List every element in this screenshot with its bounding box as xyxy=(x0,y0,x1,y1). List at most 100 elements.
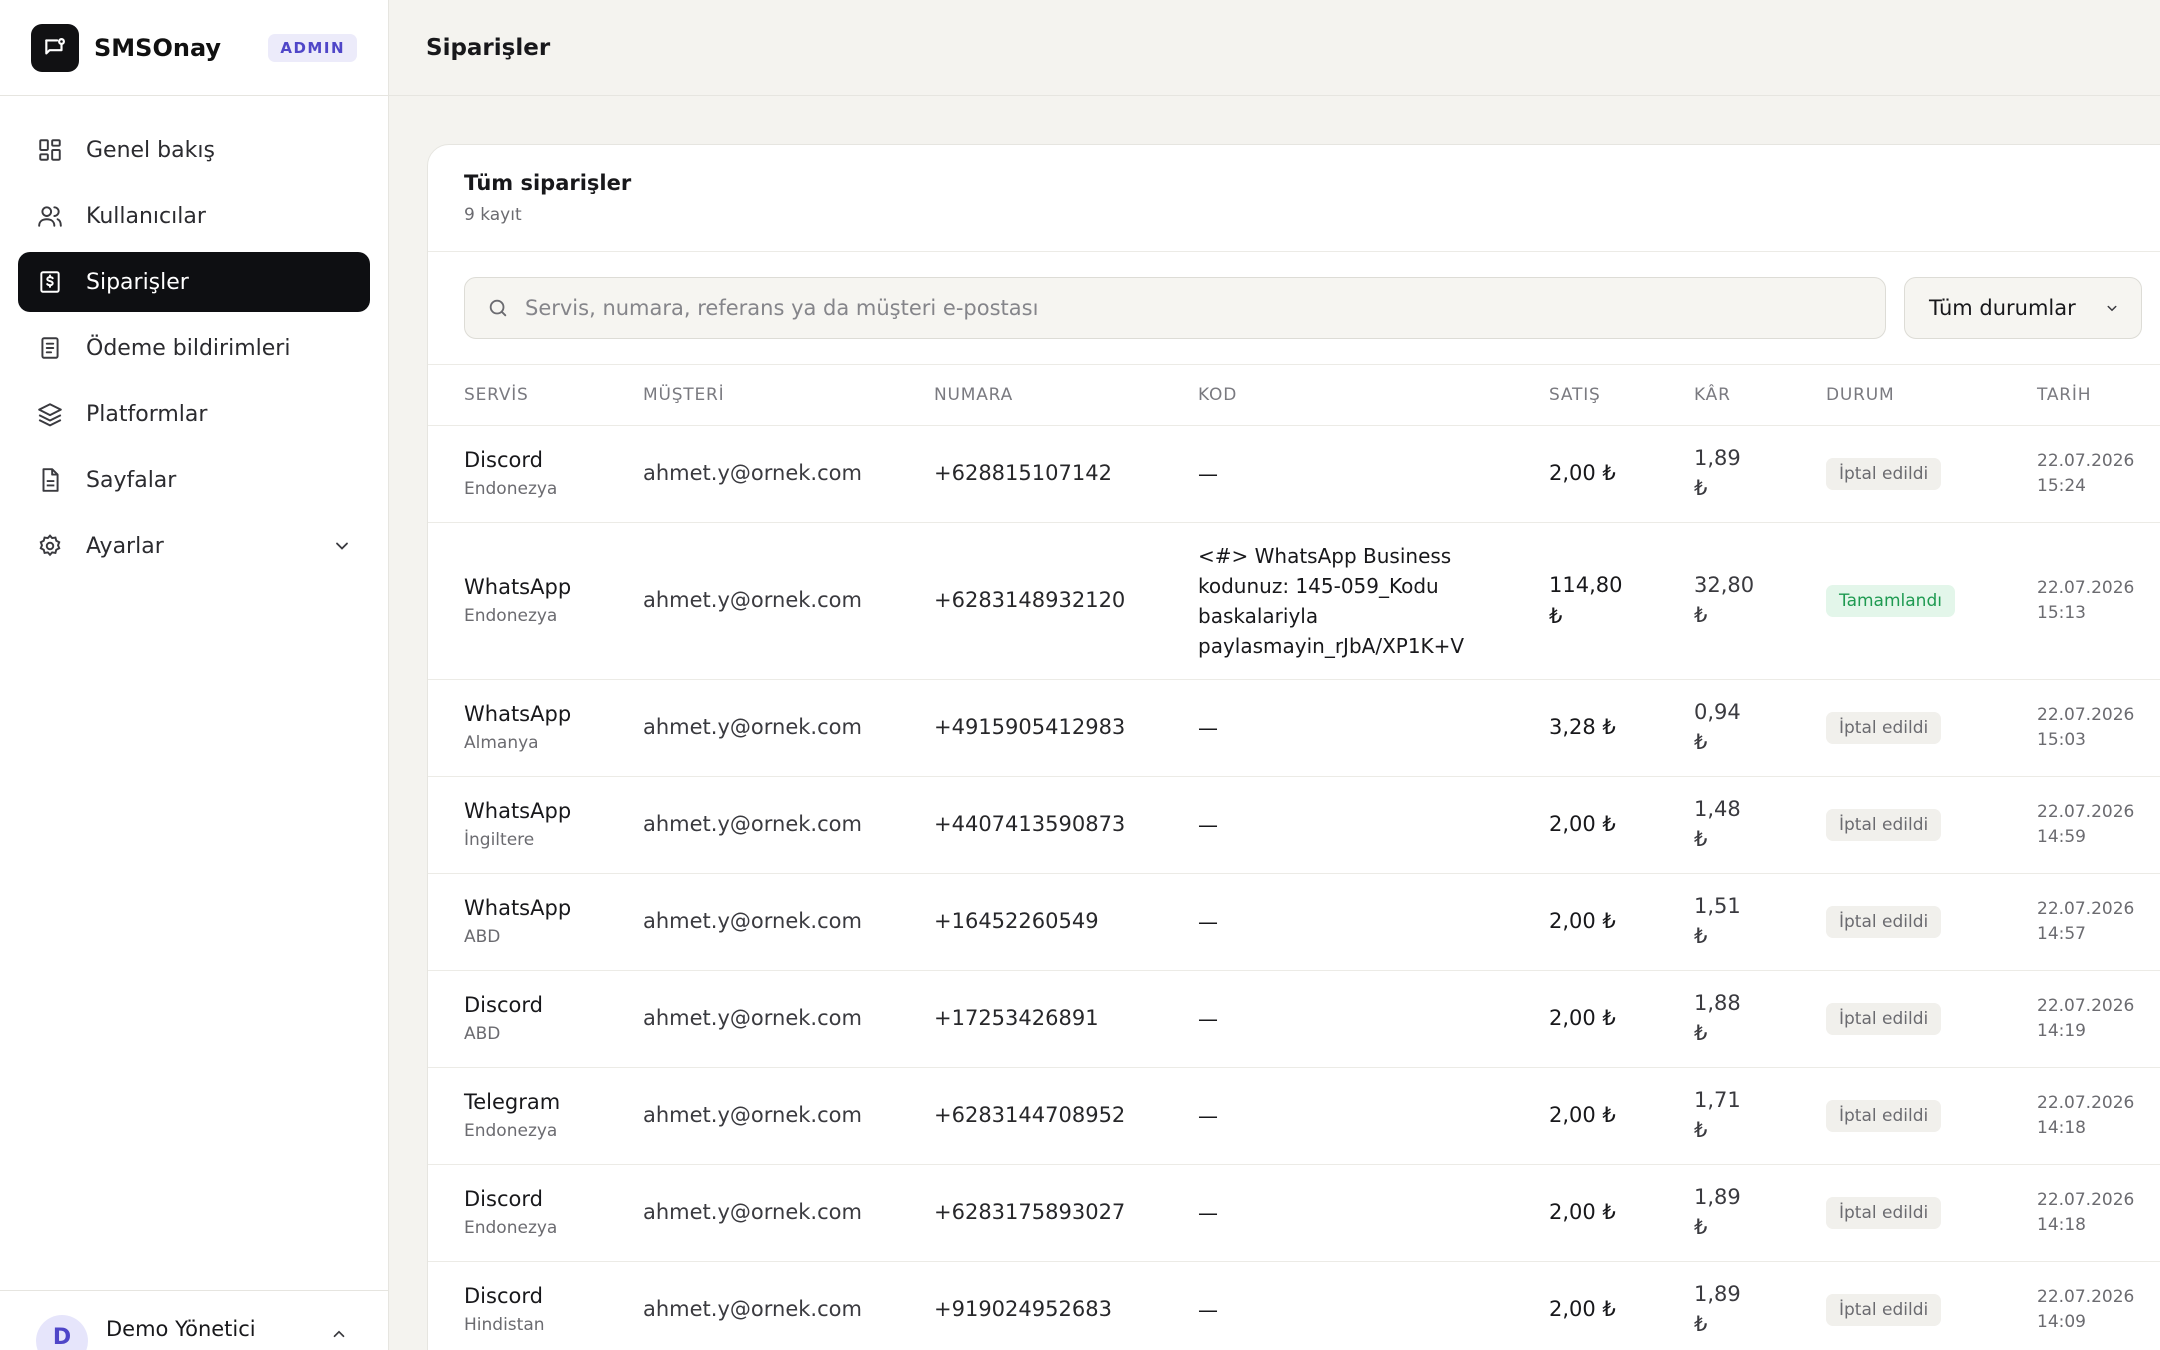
sidebar-item-label: Genel bakış xyxy=(86,137,215,163)
sidebar-item-label: Platformlar xyxy=(86,401,208,427)
table-row[interactable]: Discord Hindistan ahmet.y@ornek.com +9190… xyxy=(428,1261,2160,1350)
user-name: Demo Yönetici xyxy=(106,1317,256,1341)
customer-email: ahmet.y@ornek.com xyxy=(607,970,898,1068)
customer-email: ahmet.y@ornek.com xyxy=(607,522,898,680)
chevron-down-icon xyxy=(2103,299,2121,317)
table-row[interactable]: Discord ABD ahmet.y@ornek.com +1725342689… xyxy=(428,970,2160,1068)
chevron-up-icon[interactable] xyxy=(330,1325,348,1347)
column-header-code[interactable]: KOD xyxy=(1162,365,1513,426)
customer-email: ahmet.y@ornek.com xyxy=(607,1261,898,1350)
column-header-number[interactable]: NUMARA xyxy=(898,365,1162,426)
service-name: WhatsApp xyxy=(464,798,572,823)
phone-number: +4407413590873 xyxy=(898,776,1162,874)
sale-amount: 2,00 ₺ xyxy=(1513,1261,1658,1350)
status-cell: İptal edildi xyxy=(1790,1164,2001,1262)
sms-code: — xyxy=(1162,1067,1513,1165)
service-name: WhatsApp xyxy=(464,701,572,726)
status-cell: Tamamlandı xyxy=(1790,522,2001,680)
sidebar-item-orders[interactable]: Siparişler xyxy=(18,252,370,312)
brand: SMSOnay ADMIN xyxy=(0,0,388,96)
sms-code: — xyxy=(1162,970,1513,1068)
phone-number: +628815107142 xyxy=(898,425,1162,523)
chevron-down-icon[interactable] xyxy=(332,536,352,556)
service-country: Hindistan xyxy=(464,1315,545,1336)
status-badge: İptal edildi xyxy=(1826,808,1942,842)
sale-amount: 2,00 ₺ xyxy=(1513,873,1658,971)
table-row[interactable]: WhatsApp Endonezya ahmet.y@ornek.com +628… xyxy=(428,522,2160,680)
sidebar-item-label: Sayfalar xyxy=(86,467,177,493)
column-header-sale[interactable]: SATIŞ xyxy=(1513,365,1658,426)
page-title: Siparişler xyxy=(426,34,551,61)
profit-amount: 1,89 ₺ xyxy=(1658,1261,1790,1350)
column-header-status[interactable]: DURUM xyxy=(1790,365,2001,426)
table-row[interactable]: WhatsApp Almanya ahmet.y@ornek.com +49159… xyxy=(428,679,2160,777)
service-name: Discord xyxy=(464,992,543,1017)
admin-badge: ADMIN xyxy=(268,33,357,62)
phone-number: +16452260549 xyxy=(898,873,1162,971)
status-badge: İptal edildi xyxy=(1826,1002,1942,1036)
orders-table: SERVİS MÜŞTERİ NUMARA KOD SATIŞ KÂR DURU… xyxy=(428,365,2160,1350)
service-cell: Discord ABD xyxy=(428,970,607,1068)
profit-amount: 0,94 ₺ xyxy=(1658,679,1790,777)
order-date: 22.07.2026 xyxy=(2037,995,2135,1016)
table-row[interactable]: WhatsApp İngiltere ahmet.y@ornek.com +440… xyxy=(428,776,2160,874)
status-filter-select[interactable]: Tüm durumlar xyxy=(1904,277,2142,339)
status-cell: İptal edildi xyxy=(1790,970,2001,1068)
date-cell: 22.07.2026 14:18 xyxy=(2001,1164,2160,1262)
service-country: Endonezya xyxy=(464,606,558,627)
customer-email: ahmet.y@ornek.com xyxy=(607,679,898,777)
profit-amount: 1,88 ₺ xyxy=(1658,970,1790,1068)
sidebar-item-overview[interactable]: Genel bakış xyxy=(18,120,370,180)
order-time: 15:03 xyxy=(2037,729,2086,750)
avatar: D xyxy=(36,1315,88,1350)
sidebar-item-pages[interactable]: Sayfalar xyxy=(18,450,370,510)
order-time: 14:09 xyxy=(2037,1311,2086,1332)
column-header-customer[interactable]: MÜŞTERİ xyxy=(607,365,898,426)
table-row[interactable]: Telegram Endonezya ahmet.y@ornek.com +628… xyxy=(428,1067,2160,1165)
dashboard-icon xyxy=(36,136,64,164)
profit-amount: 1,48 ₺ xyxy=(1658,776,1790,874)
profit-amount: 1,71 ₺ xyxy=(1658,1067,1790,1165)
user-menu[interactable]: D Demo Yönetici xyxy=(0,1290,388,1350)
phone-number: +6283144708952 xyxy=(898,1067,1162,1165)
sidebar-nav: Genel bakış Kullanıcılar Siparişler Ödem… xyxy=(0,96,388,576)
sidebar-item-label: Kullanıcılar xyxy=(86,203,206,229)
sidebar-item-users[interactable]: Kullanıcılar xyxy=(18,186,370,246)
status-badge: İptal edildi xyxy=(1826,457,1942,491)
sidebar-item-settings[interactable]: Ayarlar xyxy=(18,516,370,576)
card-header: Tüm siparişler 9 kayıt xyxy=(428,145,2160,252)
search-input[interactable] xyxy=(525,296,1825,320)
order-date: 22.07.2026 xyxy=(2037,898,2135,919)
search-icon xyxy=(487,297,509,319)
sms-code: — xyxy=(1162,1261,1513,1350)
sidebar-item-platforms[interactable]: Platformlar xyxy=(18,384,370,444)
sidebar-item-label: Ayarlar xyxy=(86,533,164,559)
table-row[interactable]: Discord Endonezya ahmet.y@ornek.com +6283… xyxy=(428,1164,2160,1262)
top-bar: Siparişler xyxy=(389,0,2160,96)
record-count: 9 kayıt xyxy=(464,205,522,225)
column-header-date[interactable]: TARİH xyxy=(2001,365,2160,426)
date-cell: 22.07.2026 15:03 xyxy=(2001,679,2160,777)
brand-name: SMSOnay xyxy=(94,33,222,62)
date-cell: 22.07.2026 14:19 xyxy=(2001,970,2160,1068)
sale-amount: 2,00 ₺ xyxy=(1513,1067,1658,1165)
service-name: WhatsApp xyxy=(464,895,572,920)
column-header-profit[interactable]: KÂR xyxy=(1658,365,1790,426)
service-cell: WhatsApp Endonezya xyxy=(428,522,607,680)
service-name: Discord xyxy=(464,1186,543,1211)
search-box[interactable] xyxy=(464,277,1886,339)
order-time: 15:13 xyxy=(2037,602,2086,623)
sale-amount: 2,00 ₺ xyxy=(1513,970,1658,1068)
customer-email: ahmet.y@ornek.com xyxy=(607,873,898,971)
sms-code: — xyxy=(1162,679,1513,777)
sidebar-item-label: Ödeme bildirimleri xyxy=(86,335,291,361)
table-row[interactable]: Discord Endonezya ahmet.y@ornek.com +6288… xyxy=(428,425,2160,523)
order-date: 22.07.2026 xyxy=(2037,1092,2135,1113)
column-header-service[interactable]: SERVİS xyxy=(428,365,607,426)
table-row[interactable]: WhatsApp ABD ahmet.y@ornek.com +164522605… xyxy=(428,873,2160,971)
table-header-row: SERVİS MÜŞTERİ NUMARA KOD SATIŞ KÂR DURU… xyxy=(428,365,2160,426)
customer-email: ahmet.y@ornek.com xyxy=(607,776,898,874)
sidebar-item-payment-notices[interactable]: Ödeme bildirimleri xyxy=(18,318,370,378)
phone-number: +6283175893027 xyxy=(898,1164,1162,1262)
status-cell: İptal edildi xyxy=(1790,425,2001,523)
